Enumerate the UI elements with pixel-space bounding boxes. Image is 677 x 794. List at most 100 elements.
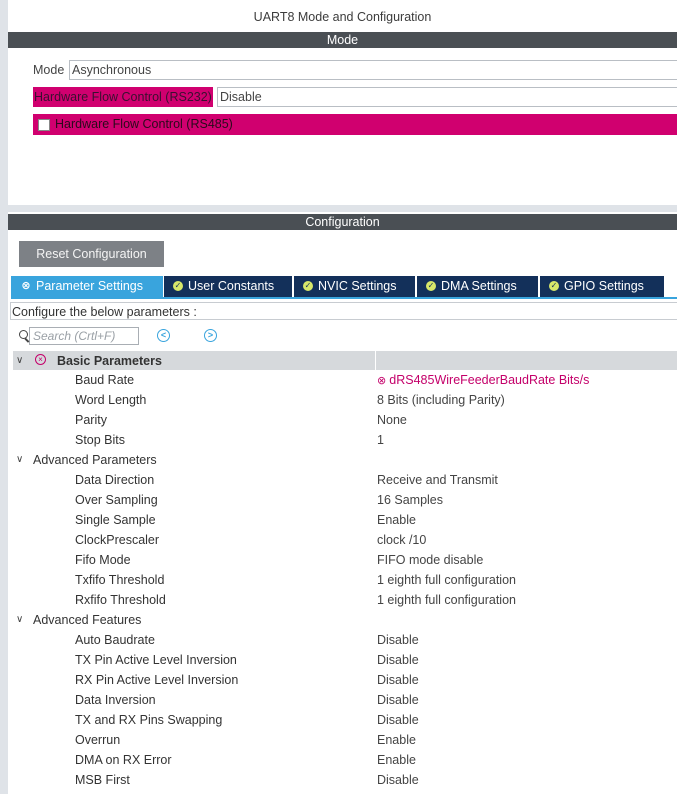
search-next-icon[interactable]: >	[204, 329, 217, 342]
param-row[interactable]: Baud Rate ⊗ dRS485WireFeederBaudRate Bit…	[0, 370, 677, 390]
window-title: UART8 Mode and Configuration	[253, 10, 432, 24]
param-value[interactable]: 16 Samples	[377, 490, 443, 510]
tab-nvic-settings[interactable]: ✓ NVIC Settings	[294, 276, 415, 297]
param-value[interactable]: Disable	[377, 670, 419, 690]
param-value[interactable]: Receive and Transmit	[377, 470, 498, 490]
param-row[interactable]: Rxfifo Threshold 1 eighth full configura…	[0, 590, 677, 610]
param-row[interactable]: Over Sampling 16 Samples	[0, 490, 677, 510]
param-row[interactable]: Word Length 8 Bits (including Parity)	[0, 390, 677, 410]
configure-instructions: Configure the below parameters :	[10, 302, 677, 320]
tab-label: User Constants	[188, 279, 275, 293]
group-advanced-features[interactable]: ∨ Advanced Features	[0, 610, 677, 630]
param-name: Fifo Mode	[75, 553, 131, 567]
param-row[interactable]: ClockPrescaler clock /10	[0, 530, 677, 550]
param-row[interactable]: Txfifo Threshold 1 eighth full configura…	[0, 570, 677, 590]
tab-label: NVIC Settings	[318, 279, 397, 293]
param-row[interactable]: RX Pin Active Level Inversion Disable	[0, 670, 677, 690]
tab-label: Parameter Settings	[36, 279, 143, 293]
check-icon: ✓	[426, 280, 436, 291]
param-row[interactable]: Overrun Enable	[0, 730, 677, 750]
param-row[interactable]: Single Sample Enable	[0, 510, 677, 530]
param-name: DMA on RX Error	[75, 753, 172, 767]
param-name: Stop Bits	[75, 433, 126, 447]
chevron-down-icon[interactable]: ∨	[16, 351, 23, 371]
tab-parameter-settings[interactable]: ⊗ Parameter Settings	[11, 276, 163, 297]
param-value[interactable]: Enable	[377, 510, 416, 530]
param-value[interactable]: Disable	[377, 630, 419, 650]
mode-label: Mode	[33, 63, 65, 77]
param-value[interactable]: 1 eighth full configuration	[377, 570, 516, 590]
param-row[interactable]: Data Direction Receive and Transmit	[0, 470, 677, 490]
param-row[interactable]: MSB First Disable	[0, 770, 677, 790]
tab-dma-settings[interactable]: ✓ DMA Settings	[417, 276, 538, 297]
param-value[interactable]: Disable	[377, 710, 419, 730]
tab-underline	[11, 297, 677, 299]
tab-gpio-settings[interactable]: ✓ GPIO Settings	[540, 276, 664, 297]
hfc-rs485-row[interactable]: Hardware Flow Control (RS485)	[33, 114, 677, 135]
group-title: Advanced Parameters	[33, 453, 157, 467]
param-name: Parity	[75, 413, 107, 427]
param-value[interactable]: Disable	[377, 690, 419, 710]
tab-label: GPIO Settings	[564, 279, 644, 293]
param-value[interactable]: 1 eighth full configuration	[377, 590, 516, 610]
param-name: Auto Baudrate	[75, 633, 155, 647]
param-name: Txfifo Threshold	[75, 573, 165, 587]
param-value-error[interactable]: ⊗ dRS485WireFeederBaudRate Bits/s	[377, 370, 589, 391]
error-icon: ⊗	[21, 279, 31, 292]
chevron-down-icon[interactable]: ∨	[16, 610, 23, 630]
param-row[interactable]: Fifo Mode FIFO mode disable	[0, 550, 677, 570]
reset-configuration-button[interactable]: Reset Configuration	[19, 241, 164, 267]
check-icon: ✓	[549, 280, 559, 291]
param-name: Single Sample	[75, 513, 156, 527]
param-row[interactable]: Auto Baudrate Disable	[0, 630, 677, 650]
param-row[interactable]: Data Inversion Disable	[0, 690, 677, 710]
param-name: MSB First	[75, 773, 130, 787]
param-value[interactable]: 1	[377, 430, 384, 450]
param-name: Data Direction	[75, 473, 155, 487]
param-value[interactable]: Disable	[377, 770, 419, 790]
param-name: TX and RX Pins Swapping	[75, 713, 223, 727]
mode-select[interactable]: Asynchronous	[69, 60, 677, 80]
param-row[interactable]: DMA on RX Error Enable	[0, 750, 677, 770]
hfc-rs232-select[interactable]: Disable	[217, 87, 677, 107]
param-value[interactable]: clock /10	[377, 530, 426, 550]
group-title: Advanced Features	[33, 613, 142, 627]
param-value[interactable]: FIFO mode disable	[377, 550, 483, 570]
param-value[interactable]: 8 Bits (including Parity)	[377, 390, 505, 410]
search-placeholder: Search (Crtl+F)	[33, 329, 116, 343]
hfc-rs485-label: Hardware Flow Control (RS485)	[55, 117, 233, 131]
param-row[interactable]: Stop Bits 1	[0, 430, 677, 450]
param-row[interactable]: Parity None	[0, 410, 677, 430]
param-name: Overrun	[75, 733, 121, 747]
param-value[interactable]: None	[377, 410, 407, 430]
param-name: Baud Rate	[75, 373, 135, 387]
search-previous-icon[interactable]: <	[157, 329, 170, 342]
param-name: Over Sampling	[75, 493, 158, 507]
error-icon: ×	[35, 354, 46, 365]
search-input[interactable]: Search (Crtl+F)	[19, 327, 139, 345]
param-name: RX Pin Active Level Inversion	[75, 673, 239, 687]
tab-label: DMA Settings	[441, 279, 517, 293]
param-name: TX Pin Active Level Inversion	[75, 653, 237, 667]
param-value[interactable]: Disable	[377, 650, 419, 670]
group-advanced-parameters[interactable]: ∨ Advanced Parameters	[0, 450, 677, 470]
check-icon: ✓	[173, 280, 183, 291]
hfc-rs485-checkbox[interactable]	[38, 119, 50, 131]
chevron-down-icon[interactable]: ∨	[16, 450, 23, 470]
group-title: Basic Parameters	[57, 354, 162, 368]
param-name: ClockPrescaler	[75, 533, 160, 547]
param-value[interactable]: Enable	[377, 730, 416, 750]
group-basic-parameters[interactable]: ∨ × Basic Parameters	[0, 351, 677, 371]
tab-user-constants[interactable]: ✓ User Constants	[164, 276, 292, 297]
search-icon	[19, 330, 28, 339]
param-value[interactable]: Enable	[377, 750, 416, 770]
mode-header: Mode	[8, 32, 677, 48]
param-name: Rxfifo Threshold	[75, 593, 166, 607]
param-value: dRS485WireFeederBaudRate Bits/s	[389, 373, 590, 387]
section-separator	[8, 205, 677, 212]
param-row[interactable]: TX and RX Pins Swapping Disable	[0, 710, 677, 730]
param-name: Word Length	[75, 393, 147, 407]
param-row[interactable]: TX Pin Active Level Inversion Disable	[0, 650, 677, 670]
param-name: Data Inversion	[75, 693, 156, 707]
hfc-rs232-label: Hardware Flow Control (RS232)	[33, 87, 213, 107]
